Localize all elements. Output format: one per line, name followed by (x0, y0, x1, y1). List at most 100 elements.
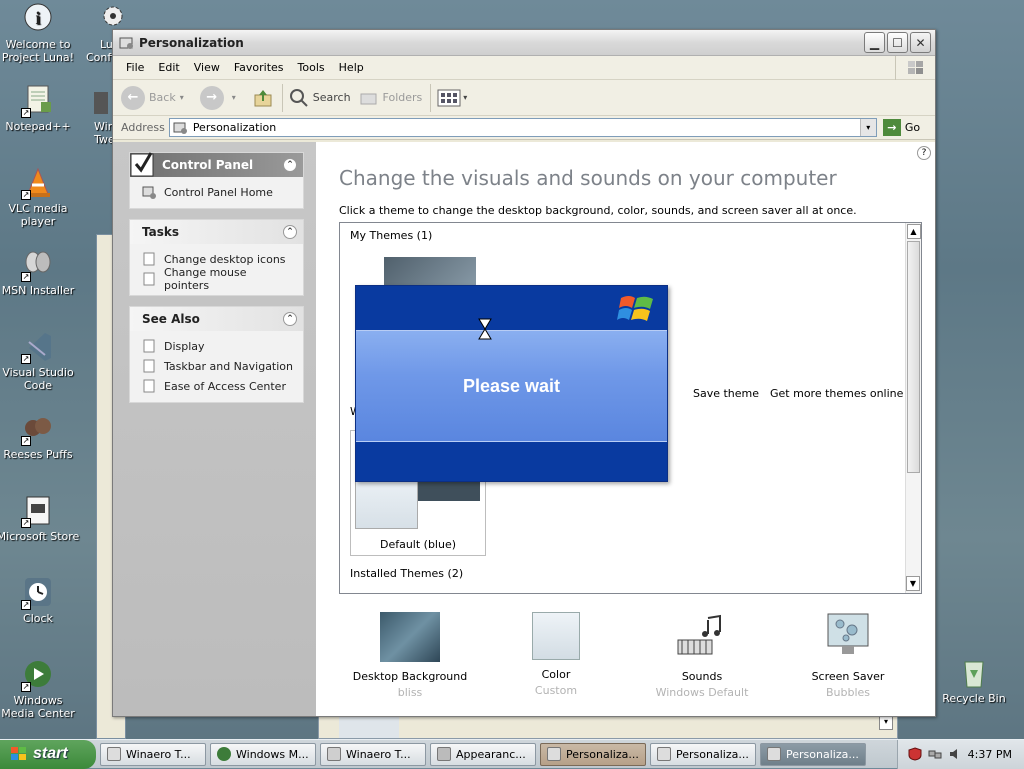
menu-view[interactable]: View (187, 59, 227, 76)
ease-of-access-link[interactable]: Ease of Access Center (142, 376, 295, 396)
theme-list-scrollbar[interactable]: ▲ ▼ (905, 223, 921, 593)
see-also-section: See Also ⌃ Display Taskbar and Navigatio… (129, 306, 304, 403)
desktop-icon-vlc[interactable]: ↗ VLC media player (0, 166, 80, 228)
theme-name: Default (blue) (379, 538, 457, 551)
menu-edit[interactable]: Edit (151, 59, 186, 76)
change-mouse-pointers-link[interactable]: Change mouse pointers (142, 266, 295, 292)
chevron-down-icon[interactable]: ▾ (180, 93, 184, 102)
tasks-header[interactable]: Tasks ⌃ (130, 220, 303, 244)
link-label: Display (164, 339, 205, 353)
window-titlebar[interactable]: Personalization ▁ ☐ ✕ (113, 30, 935, 56)
taskbar-navigation-link[interactable]: Taskbar and Navigation (142, 356, 295, 376)
my-theme-thumbnail[interactable] (384, 257, 476, 287)
back-button[interactable]: ← Back ▾ (121, 85, 192, 110)
chevron-down-icon[interactable]: ▾ (232, 93, 236, 102)
document-icon (143, 359, 155, 373)
start-button[interactable]: start (0, 739, 96, 769)
vscode-icon: ↗ (21, 330, 55, 364)
theme-color-preview (355, 479, 418, 529)
shield-icon[interactable] (908, 747, 922, 761)
taskbar-button-label: Personaliza... (786, 747, 859, 761)
control-panel-header[interactable]: Control Panel ⌃ (130, 152, 303, 177)
views-button[interactable]: ▾ (437, 89, 467, 107)
item-sublabel: bliss (397, 686, 423, 699)
forward-button[interactable]: → ▾ (199, 85, 244, 110)
desktop-icon-label: Confi (86, 51, 115, 64)
folders-button[interactable]: Folders (359, 89, 423, 107)
taskbar-button[interactable]: Winaero T... (320, 742, 426, 766)
volume-icon[interactable] (948, 747, 962, 761)
desktop-icon-reeses[interactable]: ↗ Reeses Puffs (0, 412, 80, 461)
minimize-button[interactable]: ▁ (864, 32, 885, 53)
sounds-item[interactable]: Sounds Windows Default (627, 612, 777, 699)
save-theme-link[interactable]: Save theme (693, 387, 759, 400)
desktop-background-item[interactable]: Desktop Background bliss (335, 612, 485, 699)
item-sublabel: Windows Default (655, 686, 749, 699)
help-icon[interactable]: ? (917, 146, 931, 160)
link-label: Ease of Access Center (164, 379, 286, 393)
network-icon[interactable] (928, 747, 942, 761)
taskbar-button[interactable]: Windows M... (210, 742, 316, 766)
go-button[interactable]: → Go (882, 119, 920, 136)
taskbar-button-label: Winaero T... (126, 747, 191, 761)
search-button[interactable]: Search (289, 88, 351, 108)
menu-favorites[interactable]: Favorites (227, 59, 291, 76)
scrollbar-thumb[interactable] (907, 241, 920, 473)
desktop-icon-label: Windows Media Center (1, 694, 75, 720)
minimize-icon: ▁ (869, 35, 880, 50)
close-button[interactable]: ✕ (910, 32, 931, 53)
desktop-icon-welcome[interactable]: i Welcome to Project Luna! (0, 2, 80, 64)
control-panel-home-link[interactable]: Control Panel Home (142, 182, 295, 202)
customization-items: Desktop Background bliss Color Custom So… (339, 612, 922, 702)
reeses-icon: ↗ (21, 412, 55, 446)
window-title: Personalization (139, 35, 244, 50)
desktop-icon-media-center[interactable]: ↗ Windows Media Center (0, 658, 80, 720)
get-more-themes-link[interactable]: Get more themes online (770, 387, 903, 400)
folders-label: Folders (382, 91, 423, 104)
scroll-up-icon[interactable]: ▲ (906, 224, 921, 239)
desktop-icon-win-tweak[interactable]: Win Twe (94, 92, 115, 146)
taskbar-button[interactable]: Personaliza... (540, 742, 646, 766)
please-wait-dialog: Please wait (355, 285, 668, 482)
windows-logo-icon (11, 747, 26, 760)
maximize-icon: ☐ (892, 35, 903, 50)
desktop-icon-store[interactable]: ↗ Microsoft Store (0, 494, 80, 543)
clock[interactable]: 4:37 PM (968, 748, 1012, 761)
control-panel-section: Control Panel ⌃ Control Panel Home (129, 152, 304, 209)
music-notes-icon (672, 612, 732, 662)
please-wait-top-band (356, 286, 667, 330)
svg-text:i: i (35, 8, 40, 28)
chevron-up-icon[interactable]: ⌃ (283, 312, 297, 326)
app-icon (94, 92, 108, 114)
menu-tools[interactable]: Tools (291, 59, 332, 76)
see-also-header[interactable]: See Also ⌃ (130, 307, 303, 331)
desktop-icon-luna-config[interactable]: Lu Confi (76, 2, 123, 64)
item-label: Color (541, 668, 571, 681)
scroll-down-icon[interactable]: ▼ (906, 576, 920, 591)
taskbar-button-label: Winaero T... (346, 747, 411, 761)
close-icon: ✕ (915, 35, 926, 50)
control-panel-icon (119, 37, 133, 49)
maximize-button[interactable]: ☐ (887, 32, 908, 53)
chevron-up-icon[interactable]: ⌃ (283, 158, 297, 172)
address-field[interactable]: Personalization ▾ (168, 118, 877, 137)
display-link[interactable]: Display (142, 336, 295, 356)
desktop-icon-recycle-bin[interactable]: Recycle Bin (932, 656, 1016, 705)
menu-file[interactable]: File (119, 59, 151, 76)
taskbar-button[interactable]: Winaero T... (100, 742, 206, 766)
chevron-up-icon[interactable]: ⌃ (283, 225, 297, 239)
color-item[interactable]: Color Custom (481, 612, 631, 697)
document-icon (143, 339, 155, 353)
desktop-icon-notepadpp[interactable]: ↗ Notepad++ (0, 84, 80, 133)
taskbar-button[interactable]: Personaliza... (650, 742, 756, 766)
screen-saver-item[interactable]: Screen Saver Bubbles (773, 612, 923, 699)
up-folder-button[interactable] (252, 87, 274, 109)
desktop-icon-clock[interactable]: ↗ Clock (0, 576, 80, 625)
desktop-icon-msn[interactable]: ↗ MSN Installer (0, 248, 80, 297)
chevron-down-icon[interactable]: ▾ (859, 119, 876, 136)
taskbar-button-label: Personaliza... (566, 747, 639, 761)
taskbar-button[interactable]: Appearanc... (430, 742, 536, 766)
desktop-icon-vscode[interactable]: ↗ Visual Studio Code (0, 330, 80, 392)
taskbar-button[interactable]: Personaliza... (760, 742, 866, 766)
menu-help[interactable]: Help (332, 59, 371, 76)
